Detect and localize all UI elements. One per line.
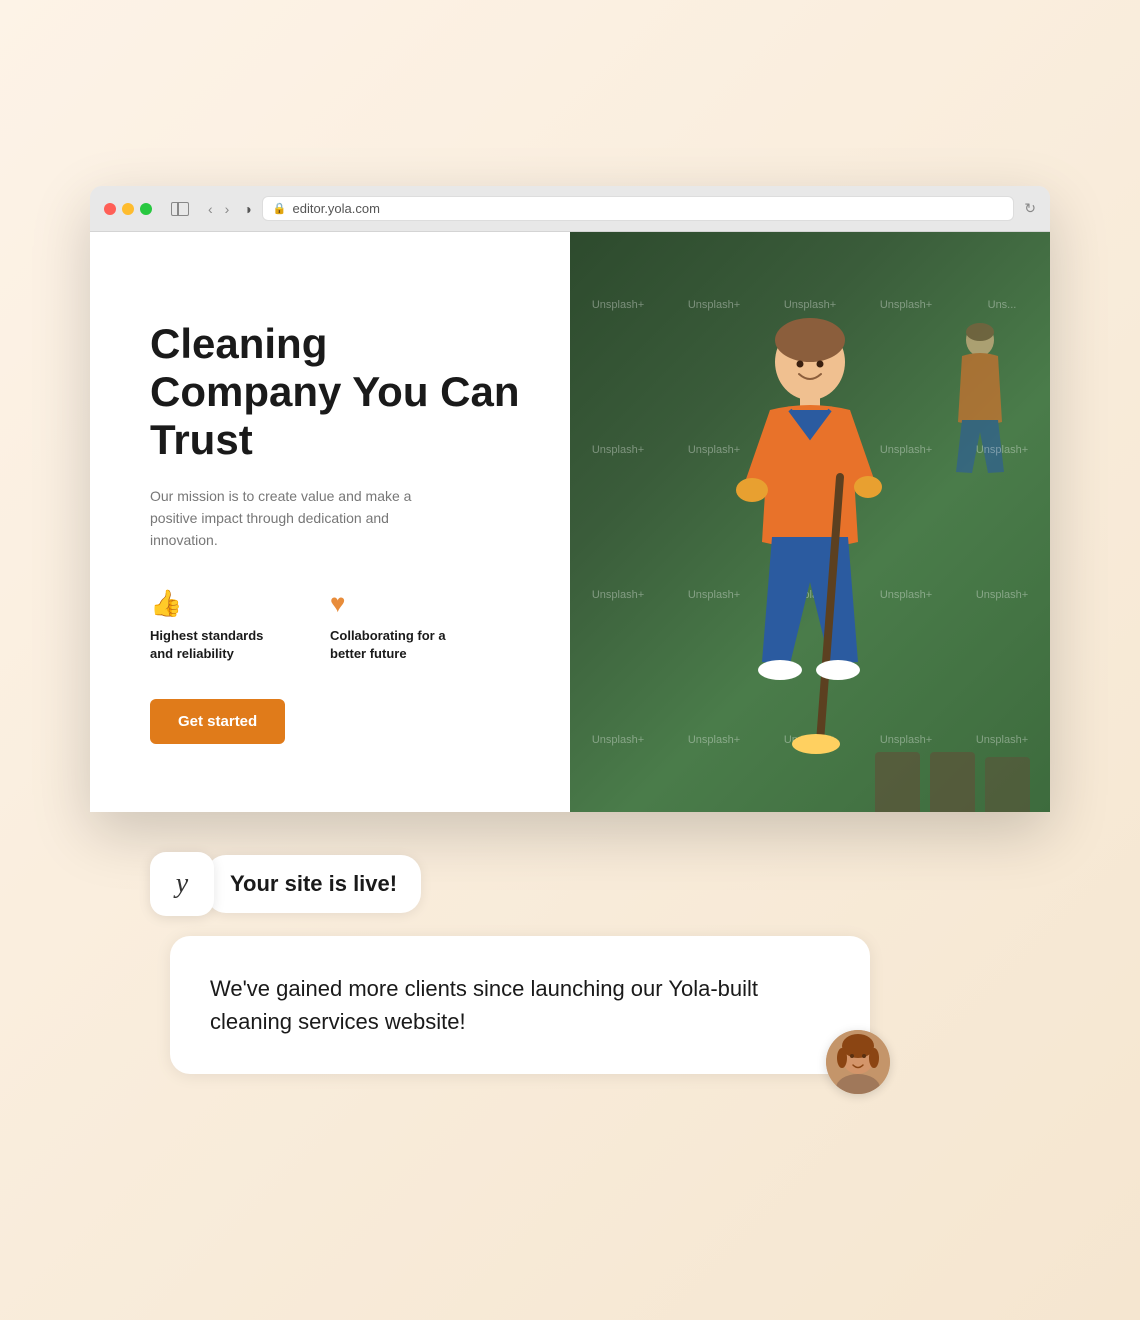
close-button[interactable] — [104, 203, 116, 215]
sidebar-toggle[interactable] — [166, 199, 194, 219]
yola-logo-badge: y — [150, 852, 214, 916]
cleaner-figure — [700, 282, 920, 762]
traffic-lights — [104, 203, 152, 215]
testimonial-text: We've gained more clients since launchin… — [210, 972, 830, 1038]
hero-image: Unsplash+ Unsplash+ Unsplash+ Unsplash+ … — [570, 232, 1050, 812]
watermark-6: Unsplash+ — [570, 377, 666, 522]
heart-icon: ♥ — [330, 588, 470, 619]
browser-toolbar: ‹ › ◑ 🔒 editor.yola.com ↻ — [90, 186, 1050, 232]
watermark-1: Unsplash+ — [570, 232, 666, 377]
chair-3 — [985, 757, 1030, 812]
feature-label-1: Highest standards and reliability — [150, 627, 290, 663]
watermark-15: Unsplash+ — [954, 522, 1050, 667]
lock-icon: 🔒 — [273, 202, 287, 215]
url-text: editor.yola.com — [293, 201, 380, 216]
address-bar[interactable]: 🔒 editor.yola.com — [262, 196, 1014, 221]
feature-item-1: 👍 Highest standards and reliability — [150, 588, 290, 663]
browser-window: ‹ › ◑ 🔒 editor.yola.com ↻ Cleaning Compa… — [90, 186, 1050, 812]
forward-button[interactable]: › — [221, 199, 234, 219]
background-cleaner — [940, 312, 1020, 517]
subtext: Our mission is to create value and make … — [150, 485, 430, 552]
chair-2 — [930, 752, 975, 812]
features-list: 👍 Highest standards and reliability ♥ Co… — [150, 588, 520, 663]
left-panel: Cleaning Company You Can Trust Our missi… — [90, 232, 570, 812]
get-started-button[interactable]: Get started — [150, 699, 285, 744]
user-avatar — [826, 1030, 890, 1094]
sidebar-icon — [171, 202, 189, 216]
brightness-button[interactable]: ◑ — [243, 201, 251, 217]
chat-notification: y Your site is live! — [150, 852, 421, 916]
chat-section: y Your site is live! We've gained more c… — [90, 812, 1050, 1134]
testimonial-bubble: We've gained more clients since launchin… — [170, 936, 870, 1074]
main-heading: Cleaning Company You Can Trust — [150, 320, 520, 465]
avatar-image — [826, 1030, 890, 1094]
feature-item-2: ♥ Collaborating for a better future — [330, 588, 470, 663]
site-live-bubble: Your site is live! — [206, 855, 421, 913]
feature-label-2: Collaborating for a better future — [330, 627, 470, 663]
reload-button[interactable]: ↻ — [1024, 200, 1036, 217]
nav-buttons: ‹ › — [204, 199, 233, 219]
website-content: Cleaning Company You Can Trust Our missi… — [90, 232, 1050, 812]
right-panel: Unsplash+ Unsplash+ Unsplash+ Unsplash+ … — [570, 232, 1050, 812]
minimize-button[interactable] — [122, 203, 134, 215]
watermark-11: Unsplash+ — [570, 522, 666, 667]
watermark-16: Unsplash+ — [570, 667, 666, 812]
back-button[interactable]: ‹ — [204, 199, 217, 219]
maximize-button[interactable] — [140, 203, 152, 215]
thumbs-up-icon: 👍 — [150, 588, 290, 619]
